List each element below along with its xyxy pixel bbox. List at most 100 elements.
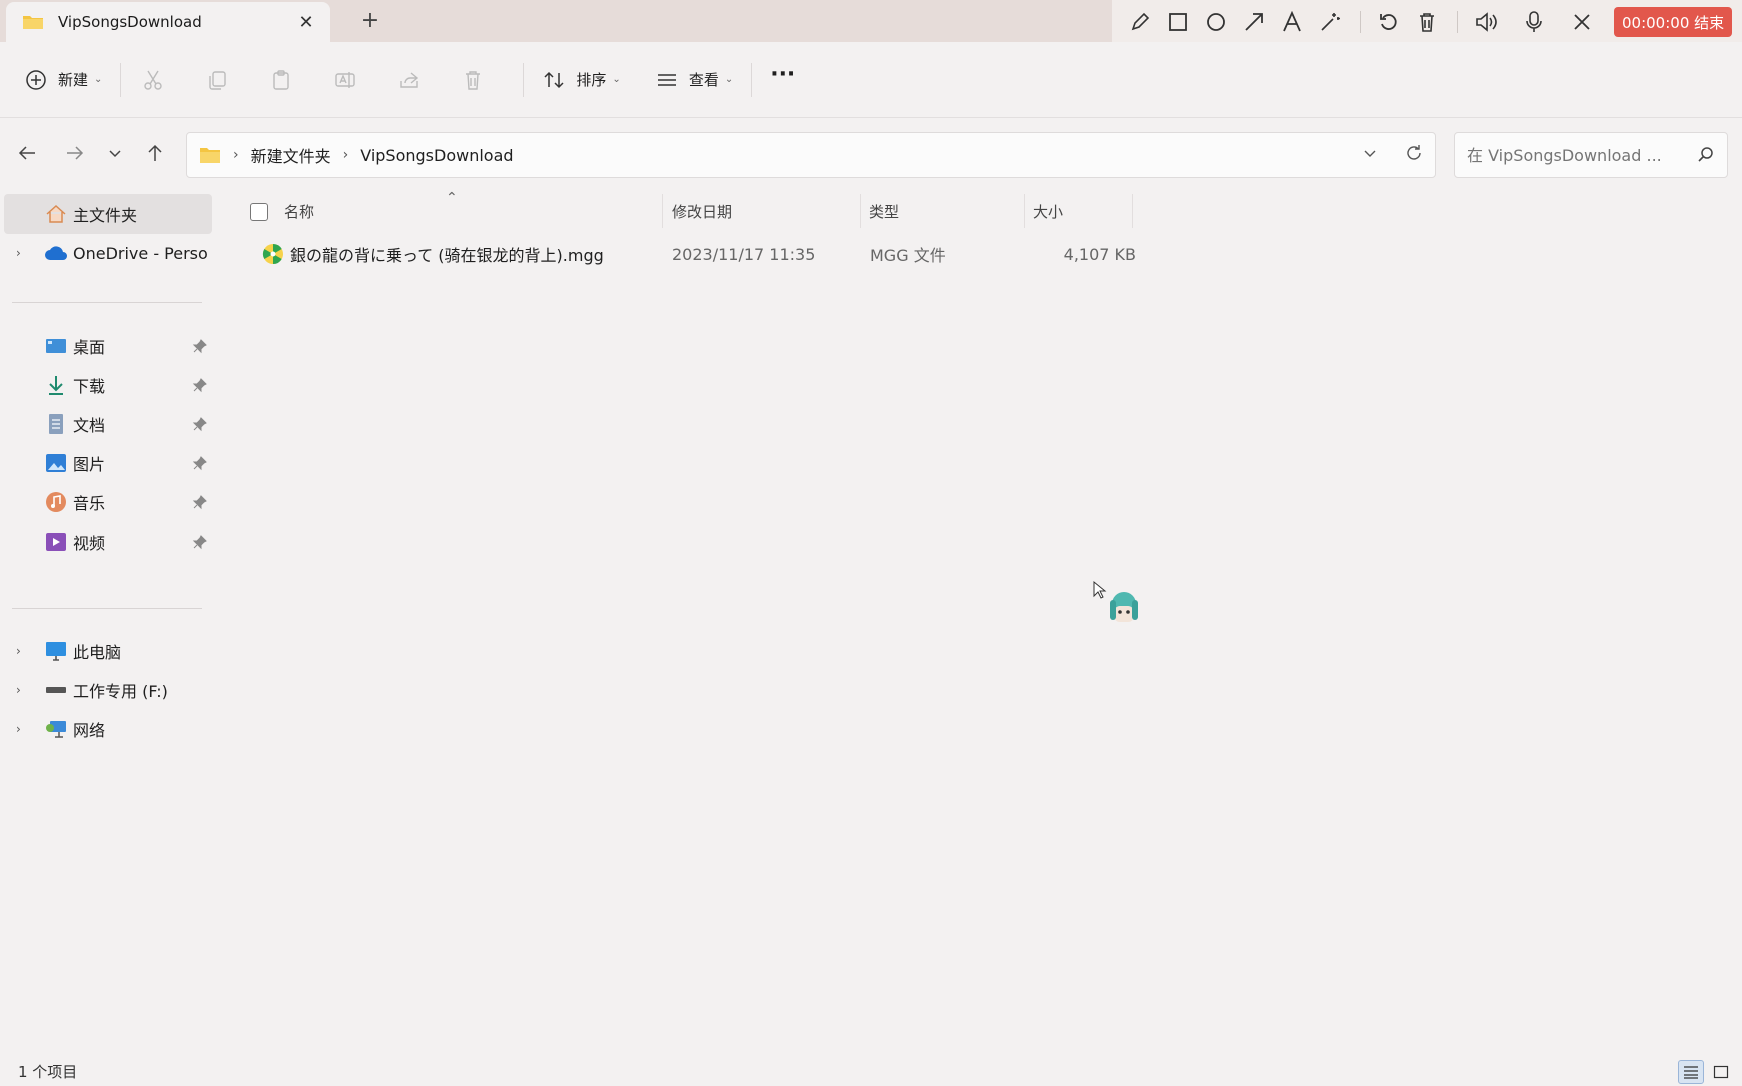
address-dropdown-icon[interactable] <box>1363 146 1377 164</box>
column-header-type[interactable]: 类型 <box>869 190 1009 232</box>
details-view-button[interactable] <box>1678 1060 1704 1084</box>
column-header-name[interactable]: 名称 <box>284 190 524 232</box>
column-separator[interactable] <box>1024 194 1025 228</box>
recent-locations-button[interactable] <box>100 138 130 168</box>
arrow-left-icon <box>18 146 35 160</box>
table-row[interactable]: 銀の龍の背に乗って (骑在银龙的背上).mgg 2023/11/17 11:35… <box>214 234 1136 274</box>
cut-icon[interactable] <box>141 68 165 92</box>
file-size: 4,107 KB <box>1063 244 1136 264</box>
sidebar-item-label: 音乐 <box>73 494 106 513</box>
tab-vipsongsdownload[interactable]: VipSongsDownload ✕ <box>6 2 330 42</box>
sidebar-item-label: 下载 <box>73 377 106 396</box>
refresh-icon[interactable] <box>1405 144 1423 166</box>
back-button[interactable] <box>12 138 42 168</box>
status-bar: 1 个项目 <box>0 1056 1742 1086</box>
tiles-view-button[interactable] <box>1708 1060 1734 1084</box>
more-options-button[interactable]: ··· <box>770 60 795 100</box>
sidebar-item-label: 图片 <box>73 455 106 474</box>
pencil-icon[interactable] <box>1128 10 1152 34</box>
plus-circle-icon <box>24 68 48 92</box>
arrow-up-icon <box>148 144 162 161</box>
chevron-down-icon: ⌄ <box>94 74 103 85</box>
navigation-pane: 主文件夹 › OneDrive - Perso 桌面 下载 文档 图片 音乐 视… <box>0 190 214 1056</box>
address-bar[interactable]: › 新建文件夹 › VipSongsDownload <box>186 132 1436 178</box>
sidebar-item-pictures[interactable]: 图片 <box>4 443 212 483</box>
close-recorder-icon[interactable] <box>1570 10 1594 34</box>
pin-icon[interactable] <box>192 534 208 550</box>
sidebar-item-desktop[interactable]: 桌面 <box>4 326 212 366</box>
select-all-checkbox[interactable] <box>250 203 268 221</box>
sidebar-divider <box>12 608 202 609</box>
home-icon <box>44 202 68 226</box>
new-tab-button[interactable]: + <box>356 8 384 34</box>
column-separator[interactable] <box>662 194 663 228</box>
chevron-down-icon: ⌄ <box>724 74 734 85</box>
tab-close-icon[interactable]: ✕ <box>294 12 318 33</box>
sort-button[interactable]: 排序 ⌄ <box>542 60 621 100</box>
sidebar-item-music[interactable]: 音乐 <box>4 482 212 522</box>
sidebar-item-onedrive[interactable]: › OneDrive - Perso <box>4 233 212 273</box>
sidebar-item-videos[interactable]: 视频 <box>4 522 212 562</box>
paste-icon[interactable] <box>269 68 293 92</box>
column-header-date[interactable]: 修改日期 <box>672 190 832 232</box>
search-icon[interactable] <box>1697 146 1715 164</box>
folder-icon <box>200 148 220 163</box>
text-tool-icon[interactable] <box>1280 10 1304 34</box>
chevron-right-icon[interactable]: › <box>16 722 21 736</box>
sort-icon <box>542 68 566 92</box>
column-separator[interactable] <box>1132 194 1133 228</box>
pin-icon[interactable] <box>192 494 208 510</box>
recorder-toolbar: 00:00:00 结束 <box>1112 0 1742 44</box>
computer-icon <box>44 639 68 663</box>
sidebar-item-drive-f[interactable]: › 工作专用 (F:) <box>4 670 212 710</box>
sidebar-item-documents[interactable]: 文档 <box>4 404 212 444</box>
rectangle-icon[interactable] <box>1166 10 1190 34</box>
sidebar-item-label: 桌面 <box>73 338 106 357</box>
forward-button[interactable] <box>60 138 90 168</box>
breadcrumb-segment[interactable]: VipSongsDownload <box>360 146 513 165</box>
microphone-icon[interactable] <box>1522 10 1546 34</box>
column-header-size[interactable]: 大小 <box>1033 190 1133 232</box>
sidebar-item-network[interactable]: › 网络 <box>4 709 212 749</box>
command-bar: 新建 ⌄ 排序 ⌄ 查看 ⌄ ··· <box>0 42 1742 118</box>
rename-icon[interactable] <box>333 68 357 92</box>
toolbar-separator <box>1360 11 1361 33</box>
sidebar-item-label: OneDrive - Perso <box>73 243 208 263</box>
view-button[interactable]: 查看 ⌄ <box>655 60 733 100</box>
chevron-right-icon[interactable]: › <box>16 644 21 658</box>
speaker-icon[interactable] <box>1474 10 1498 34</box>
file-name-cell[interactable]: 銀の龍の背に乗って (骑在银龙的背上).mgg <box>262 234 604 274</box>
document-icon <box>44 412 68 436</box>
delete-icon[interactable] <box>461 68 485 92</box>
pin-icon[interactable] <box>192 377 208 393</box>
video-icon <box>44 530 68 554</box>
new-button[interactable]: 新建 ⌄ <box>24 60 102 100</box>
sidebar-item-home[interactable]: 主文件夹 <box>4 194 212 234</box>
search-input[interactable] <box>1467 145 1697 165</box>
arrow-icon[interactable] <box>1242 10 1266 34</box>
record-stop-button[interactable]: 00:00:00 结束 <box>1614 7 1733 37</box>
chevron-right-icon[interactable]: › <box>16 246 21 260</box>
sidebar-item-downloads[interactable]: 下载 <box>4 365 212 405</box>
copy-icon[interactable] <box>205 68 229 92</box>
chevron-down-icon <box>109 150 121 158</box>
trash-icon[interactable] <box>1415 10 1439 34</box>
sidebar-item-label: 视频 <box>73 534 106 553</box>
breadcrumb-chevron-icon[interactable]: › <box>233 147 239 163</box>
up-button[interactable] <box>140 138 170 168</box>
search-box[interactable] <box>1454 132 1728 178</box>
file-date: 2023/11/17 11:35 <box>672 244 816 264</box>
share-icon[interactable] <box>397 68 421 92</box>
column-separator[interactable] <box>860 194 861 228</box>
breadcrumb-chevron-icon[interactable]: › <box>343 147 349 163</box>
breadcrumb-segment[interactable]: 新建文件夹 <box>251 143 331 167</box>
pin-icon[interactable] <box>192 338 208 354</box>
sidebar-item-label: 工作专用 (F:) <box>73 682 168 701</box>
sidebar-item-this-pc[interactable]: › 此电脑 <box>4 631 212 671</box>
undo-icon[interactable] <box>1377 10 1401 34</box>
circle-icon[interactable] <box>1204 10 1228 34</box>
pin-icon[interactable] <box>192 455 208 471</box>
chevron-right-icon[interactable]: › <box>16 683 21 697</box>
pin-icon[interactable] <box>192 416 208 432</box>
magic-wand-icon[interactable] <box>1318 10 1342 34</box>
